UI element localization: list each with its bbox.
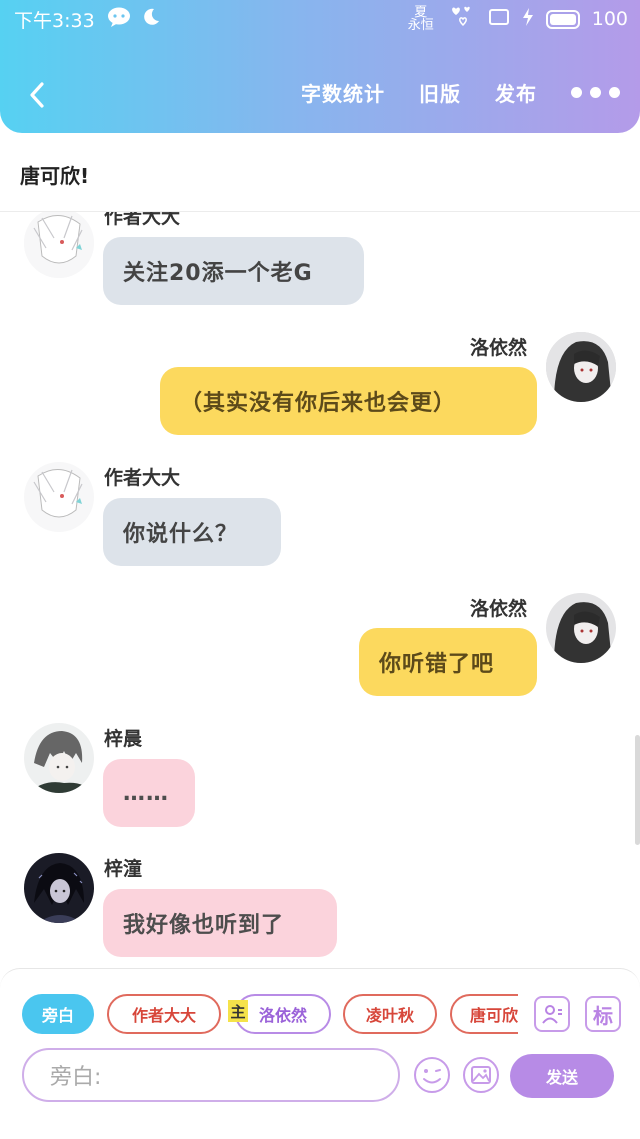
input-placeholder: 旁白: (50, 1065, 102, 1090)
chevron-left-icon (30, 82, 44, 108)
message-bubble[interactable]: …… (103, 759, 195, 827)
emoji-icon[interactable] (412, 1055, 452, 1095)
role-chip-narrator[interactable]: 旁白 (22, 994, 94, 1034)
tag-button[interactable]: 标 (585, 996, 621, 1032)
story-title: 唐可欣! (20, 164, 90, 188)
message-author: 作者大大 (104, 212, 181, 228)
message-bubble[interactable]: 你听错了吧 (359, 628, 537, 696)
old-version-button[interactable]: 旧版 (419, 78, 461, 107)
nav-bar: 字数统计 旧版 发布 (0, 78, 640, 114)
status-right: 夏永恒 100 (404, 5, 628, 34)
chat-bubble-icon (107, 7, 131, 32)
battery-icon (545, 9, 580, 29)
avatar-author[interactable] (24, 462, 94, 532)
message-bubble[interactable]: 你说什么？ (103, 498, 281, 566)
chat-area[interactable]: 作者大大 关注20添一个老G 洛依然 （其实没有你后来也会更） 作者大大 你说什… (0, 212, 640, 967)
battery-level: 100 (591, 8, 628, 30)
avatar-author[interactable] (24, 212, 94, 278)
image-icon[interactable] (461, 1055, 501, 1095)
role-chip[interactable]: 凌叶秋 (343, 994, 437, 1034)
message-author: 洛依然 (470, 598, 528, 620)
message-author: 梓晨 (104, 728, 143, 750)
send-button[interactable]: 发送 (510, 1054, 614, 1098)
message-author: 洛依然 (470, 337, 528, 359)
role-chip[interactable]: 唐可欣 (450, 994, 518, 1034)
status-time: 下午3:33 (14, 9, 95, 32)
message-author: 梓潼 (104, 858, 143, 880)
signal-text: 夏永恒 (407, 5, 434, 33)
app-header: 下午3:33 夏永恒 100 字数统计 旧版 发布 (0, 0, 640, 133)
avatar-zichen[interactable] (24, 723, 94, 793)
charging-icon (522, 7, 534, 31)
publish-button[interactable]: 发布 (495, 78, 537, 107)
hearts-icon (450, 5, 476, 34)
message-author: 作者大大 (104, 467, 181, 489)
story-title-bar: 唐可欣! (0, 133, 640, 212)
message-bubble[interactable]: 关注20添一个老G (103, 237, 364, 305)
message-input[interactable]: 旁白: (22, 1048, 400, 1102)
role-chip[interactable]: 洛依然 (235, 994, 331, 1034)
avatar-zitong[interactable] (24, 853, 94, 923)
screen-icon (488, 8, 510, 31)
role-selector[interactable]: 旁白 作者大大 洛依然 凌叶秋 唐可欣 (22, 992, 518, 1036)
main-role-badge: 主 (228, 1000, 248, 1022)
moon-icon (141, 7, 161, 32)
role-chip[interactable]: 作者大大 (107, 994, 221, 1034)
back-button[interactable] (22, 80, 52, 110)
avatar-luoyiran[interactable] (546, 593, 616, 663)
more-icon[interactable] (571, 87, 620, 98)
word-count-button[interactable]: 字数统计 (301, 78, 385, 107)
scrollbar[interactable] (635, 735, 640, 845)
character-card-icon[interactable] (534, 996, 570, 1032)
status-bar: 下午3:33 夏永恒 100 (14, 6, 628, 32)
avatar-luoyiran[interactable] (546, 332, 616, 402)
message-bubble[interactable]: （其实没有你后来也会更） (160, 367, 537, 435)
nav-links: 字数统计 旧版 发布 (301, 78, 620, 107)
message-bubble[interactable]: 我好像也听到了 (103, 889, 337, 957)
